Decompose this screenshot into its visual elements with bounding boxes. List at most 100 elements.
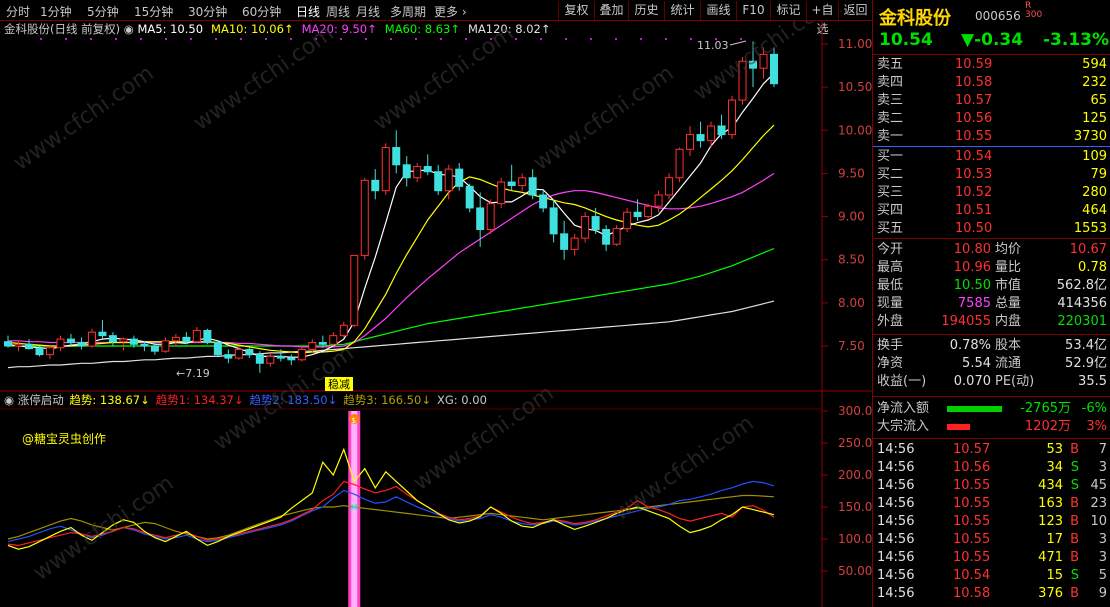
tab-5[interactable]: 60分钟 [242,3,281,20]
tick-row-4-cell-2: 123 [1038,514,1063,529]
ask-row-3-cell-2: 125 [1082,111,1107,126]
toolbar-button-6[interactable]: 标记 [770,1,806,20]
stat2-row-2-cell-0: 收益(一) [877,374,927,389]
candle-body [245,348,254,356]
candle-body [308,342,317,350]
candle-body [413,166,422,179]
candle-body [507,181,516,187]
candle-body [318,342,327,345]
tick-row-5-cell-0: 14:56 [877,532,915,547]
tab-8[interactable]: 月线 [356,3,380,20]
stat1-row-4: 外盘 194055 内盘 220301 [873,313,1110,331]
candle-body [339,324,348,337]
bid-row-2-cell-1: 10.52 [955,185,993,200]
high-price-arrow [729,40,747,46]
tab-7[interactable]: 周线 [326,3,350,20]
candle-body [434,171,443,192]
ma-label-3: MA60: 8.63↑ [385,22,460,36]
candle-body [602,229,611,245]
stat2-row-1-cell-0: 净资 [877,356,904,371]
stat2-row-1: 净资 5.54 流通 52.9亿 [873,355,1110,373]
candle-body [612,228,621,245]
candle-body [234,348,243,359]
candle-body [192,329,201,343]
stat1-row-1-cell-0: 最高 [877,260,904,275]
ma-label-1: MA10: 10.06↑ [211,22,294,36]
magenta-dot [565,38,567,40]
last-price: 10.54 [879,30,933,50]
bid-row-1-cell-2: 79 [1090,167,1107,182]
ask-row-1-cell-2: 232 [1082,75,1107,90]
author-label: @糖宝灵虫创作 [22,431,106,446]
toolbar-button-3[interactable]: 统计 [664,1,700,20]
tab-1[interactable]: 1分钟 [40,3,72,20]
toolbar-button-2[interactable]: 历史 [628,1,664,20]
bid-row-0-cell-0: 买一 [877,149,904,164]
stat1-row-2-cell-3: 562.8亿 [1056,278,1107,293]
tick-row-5-cell-3: B [1070,532,1079,547]
ask-row-0: 卖五 10.59 594 [873,56,1110,74]
bid-row-4-cell-1: 10.50 [955,221,993,236]
stat1-row-3-cell-0: 现量 [877,296,904,311]
chart-name: 金科股份(日线 前复权) ◉ [4,22,137,36]
price-tick-label-3: 9.50 [838,166,865,180]
candle-body [182,336,191,343]
ma60-line [8,247,775,347]
cross-marker: ✕ [348,500,360,516]
tab-4[interactable]: 30分钟 [188,3,227,20]
toolbar-button-0[interactable]: 复权 [558,1,594,20]
tab-2[interactable]: 5分钟 [87,3,119,20]
tab-10[interactable]: 更多 › [434,3,467,20]
flow-row-1-cell-1: 1202万 [1024,419,1071,434]
tick-row-6-cell-0: 14:56 [877,550,915,565]
flow-row-1-cell-2: 3% [1086,419,1107,434]
stat1-row-0-cell-0: 今开 [877,242,904,257]
candle-body [423,166,432,173]
bid-row-3: 买四 10.51 464 [873,202,1110,220]
tab-0[interactable]: 分时 [6,3,30,20]
stat1-row-0-cell-1: 10.80 [953,242,991,257]
candle-body [665,177,674,196]
bid-row-2-cell-2: 280 [1082,185,1107,200]
candle-body [203,329,212,344]
rule-ticks [873,438,1110,439]
candle-body [476,207,485,231]
kline-chart-area[interactable]: 11.00 10.50 10.00 9.50 9.00 8.50 8.00 7.50 300.0… [0,21,872,607]
tab-9[interactable]: 多周期 [390,3,426,20]
tick-row-7: 14:56 10.54 15 S 5 [873,567,1110,585]
stat1-row-3: 现量 7585 总量 414356 [873,295,1110,313]
candle-body [675,148,684,179]
toolbar-button-1[interactable]: 叠加 [594,1,628,20]
candle-body [77,342,86,347]
stat2-row-2-cell-3: 35.5 [1078,374,1107,389]
tick-row-6-cell-2: 471 [1038,550,1063,565]
tick-row-1-cell-2: 34 [1046,460,1063,475]
candle-body [686,134,695,150]
magenta-dot [665,38,667,40]
low-price-label: ←7.19 [176,367,210,380]
tick-row-6-cell-4: 3 [1098,550,1107,565]
signal-top-glyph: $ [351,416,356,425]
toolbar-button-4[interactable]: 画线 [700,1,736,20]
rule-top [873,54,1110,55]
tick-row-4-cell-4: 10 [1090,514,1107,529]
tick-row-3-cell-4: 23 [1090,496,1107,511]
bid-row-2-cell-0: 买三 [877,185,904,200]
toolbar-button-5[interactable]: F10 [736,1,770,20]
tab-3[interactable]: 15分钟 [134,3,173,20]
rule-flow [873,396,1110,397]
candle-body [549,207,558,235]
toolbar-button-8[interactable]: 返回 [838,1,872,20]
tab-6[interactable]: 日线 [296,3,320,20]
toolbar-button-7[interactable]: +自选 [806,1,838,36]
bid-row-0: 买一 10.54 109 [873,148,1110,166]
indicator-tick-label-0: 300.0 [838,404,872,418]
kline-svg[interactable]: 11.00 10.50 10.00 9.50 9.00 8.50 8.00 7.50 300.0… [0,21,872,607]
ask-row-2-cell-0: 卖三 [877,93,904,108]
flow-row-0-cell-2: -6% [1081,401,1107,416]
stock-tag-sub: 300 [1025,10,1043,20]
tick-row-8-cell-0: 14:56 [877,586,915,601]
candle-body [444,168,453,192]
candle-body [161,340,170,352]
bid-row-1: 买二 10.53 79 [873,166,1110,184]
